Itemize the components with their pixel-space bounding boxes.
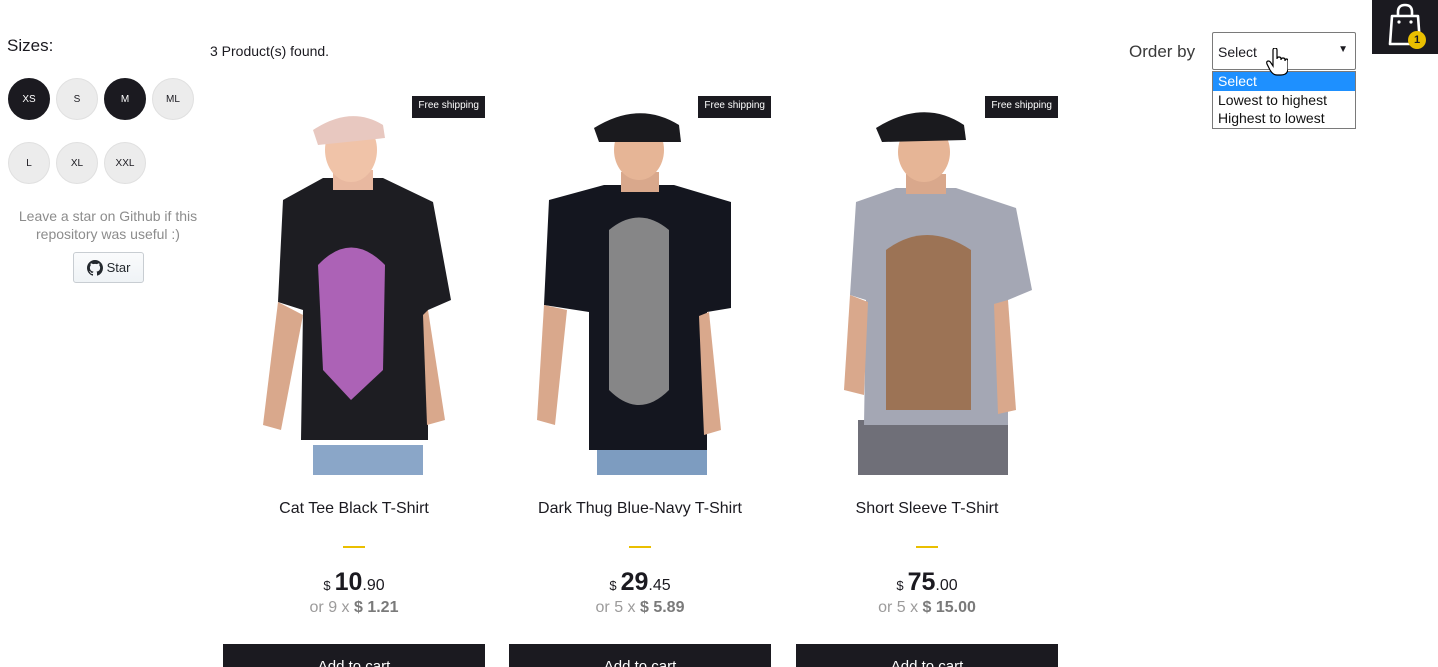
free-shipping-badge: Free shipping (698, 96, 771, 118)
installment-prefix: or 9 x (309, 599, 350, 616)
installment: or 5 x $ 5.89 (509, 599, 771, 617)
installment-prefix: or 5 x (595, 599, 636, 616)
cart-button[interactable] (1372, 0, 1438, 54)
product-title: Cat Tee Black T-Shirt (279, 500, 429, 517)
github-star-button[interactable]: Star (73, 252, 144, 283)
title-divider (343, 546, 365, 548)
size-filter-xxl[interactable]: XXL (104, 142, 146, 184)
price-decimal: .90 (362, 577, 385, 594)
products-found: 3 Product(s) found. (210, 43, 330, 59)
tshirt-model-image (537, 113, 731, 475)
hand-cursor-icon (1266, 48, 1288, 76)
size-filter-s[interactable]: S (56, 78, 98, 120)
price-decimal: .00 (935, 577, 958, 594)
order-select-value: Select (1218, 44, 1257, 60)
size-filter-m[interactable]: M (104, 78, 146, 120)
github-icon (86, 259, 103, 276)
add-to-cart-button[interactable]: Add to cart (796, 644, 1058, 667)
title-divider (916, 546, 938, 548)
add-to-cart-button[interactable]: Add to cart (509, 644, 771, 667)
price-currency: $ (609, 578, 617, 593)
size-filter-xl[interactable]: XL (56, 142, 98, 184)
installment-prefix: or 5 x (878, 599, 919, 616)
price-integer: 10 (334, 568, 363, 596)
price-integer: 29 (620, 568, 649, 596)
size-filter-l[interactable]: L (8, 142, 50, 184)
price-decimal: .45 (648, 577, 671, 594)
tshirt-model-image (844, 112, 1032, 475)
free-shipping-badge: Free shipping (412, 96, 485, 118)
product-price: $10.90 (223, 568, 485, 597)
order-option-highest[interactable]: Highest to lowest (1213, 109, 1355, 128)
tshirt-model-image (263, 116, 451, 475)
shopping-bag-icon (1388, 3, 1422, 46)
github-note: Leave a star on Github if this repositor… (18, 208, 198, 242)
product-image: Free shipping (223, 90, 485, 475)
product-price: $75.00 (796, 568, 1058, 597)
size-filter-ml[interactable]: ML (152, 78, 194, 120)
product-image: Free shipping (796, 90, 1058, 475)
installment: or 5 x $ 15.00 (796, 599, 1058, 617)
price-currency: $ (323, 578, 331, 593)
title-divider (629, 546, 651, 548)
product-title: Short Sleeve T-Shirt (855, 500, 999, 517)
price-integer: 75 (907, 568, 936, 596)
installment: or 9 x $ 1.21 (223, 599, 485, 617)
free-shipping-badge: Free shipping (985, 96, 1058, 118)
product-title: Dark Thug Blue-Navy T-Shirt (538, 500, 742, 517)
product-card[interactable]: Free shipping Short Sleeve T-Shirt $75.0… (796, 90, 1058, 667)
sizes-title: Sizes: (7, 36, 54, 55)
dropdown-arrow-icon: ▼ (1338, 44, 1348, 55)
order-by-label: Order by (1129, 42, 1196, 61)
price-currency: $ (896, 578, 904, 593)
product-card[interactable]: Free shipping Cat Tee Black T-Shirt $10.… (223, 90, 485, 667)
product-card[interactable]: Free shipping Dark Thug Blue-Navy T-Shir… (509, 90, 771, 667)
product-price: $29.45 (509, 568, 771, 597)
order-option-lowest[interactable]: Lowest to highest (1213, 91, 1355, 110)
star-label: Star (106, 260, 131, 275)
order-dropdown-list: Select Lowest to highest Highest to lowe… (1212, 71, 1356, 129)
add-to-cart-button[interactable]: Add to cart (223, 644, 485, 667)
size-filter-xs[interactable]: XS (8, 78, 50, 120)
installment-value: $ 5.89 (639, 599, 685, 616)
product-image: Free shipping (509, 90, 771, 475)
installment-value: $ 1.21 (353, 599, 399, 616)
cart-count-badge: 1 (1408, 31, 1426, 49)
installment-value: $ 15.00 (922, 599, 976, 616)
